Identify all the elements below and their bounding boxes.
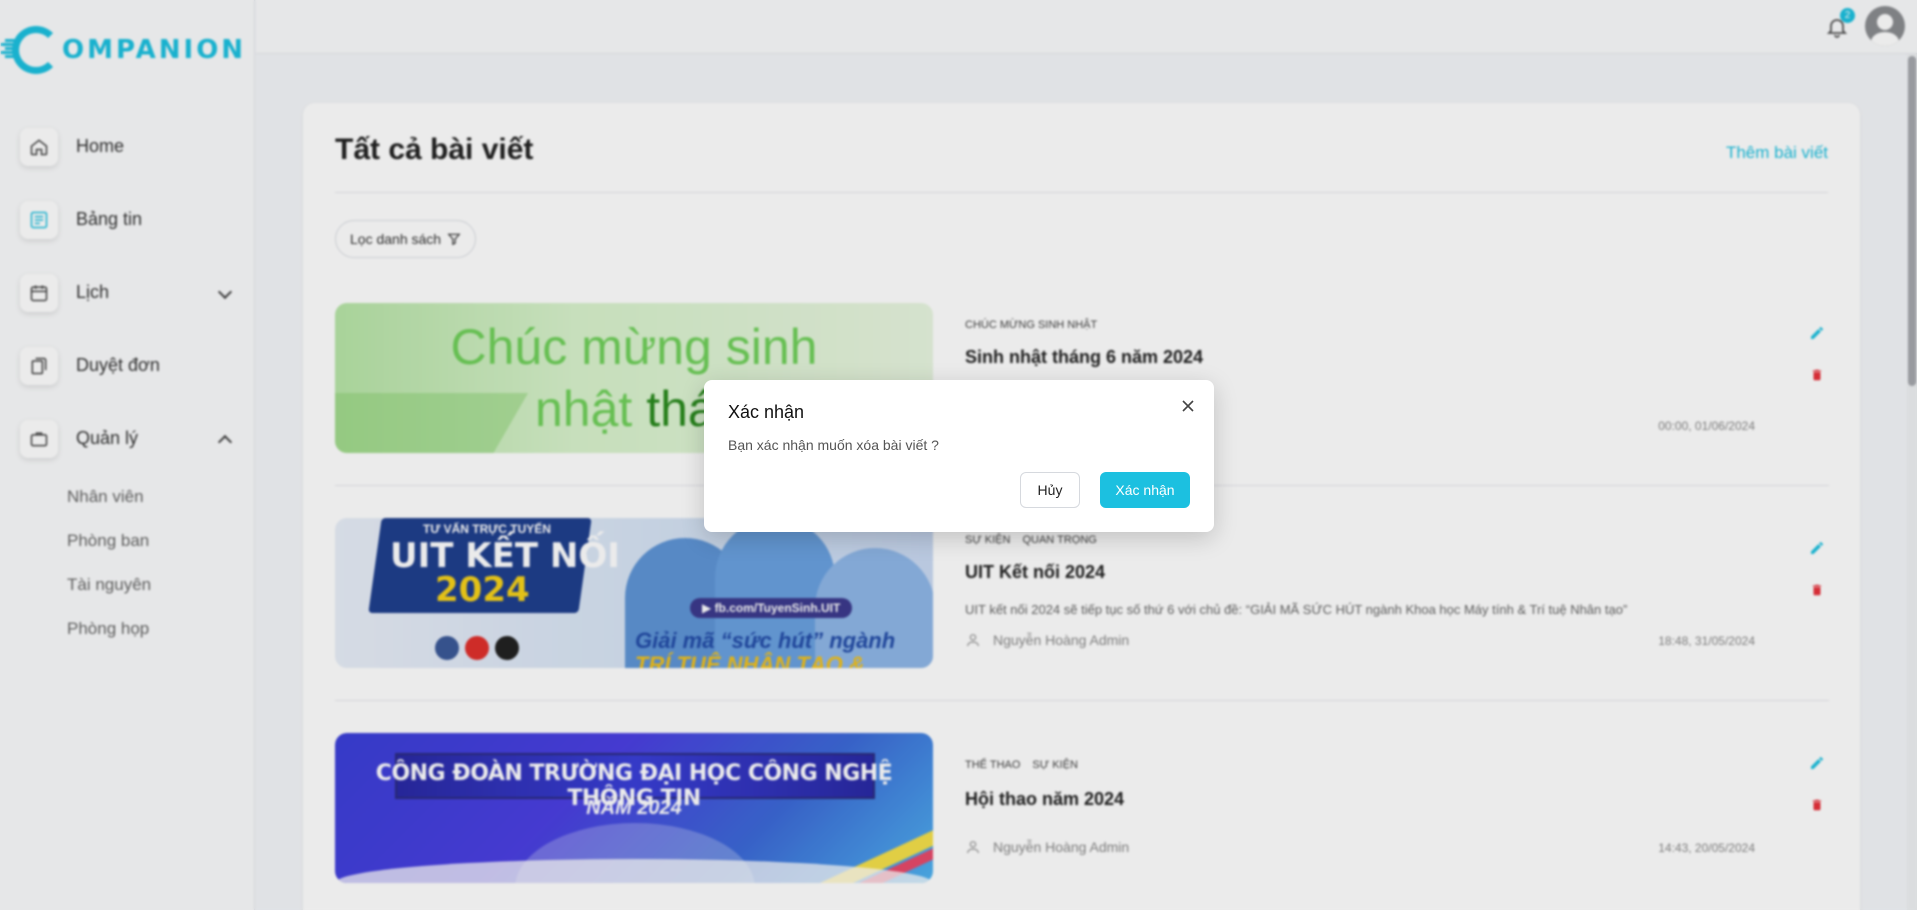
confirm-delete-dialog: Xác nhận Bạn xác nhận muốn xóa bài viết … [704,380,1214,532]
close-icon[interactable] [1178,396,1198,416]
cancel-button[interactable]: Hủy [1020,472,1080,508]
dialog-title: Xác nhận [728,402,805,422]
dialog-message: Bạn xác nhận muốn xóa bài viết ? [728,437,939,453]
confirm-button[interactable]: Xác nhận [1100,472,1190,508]
